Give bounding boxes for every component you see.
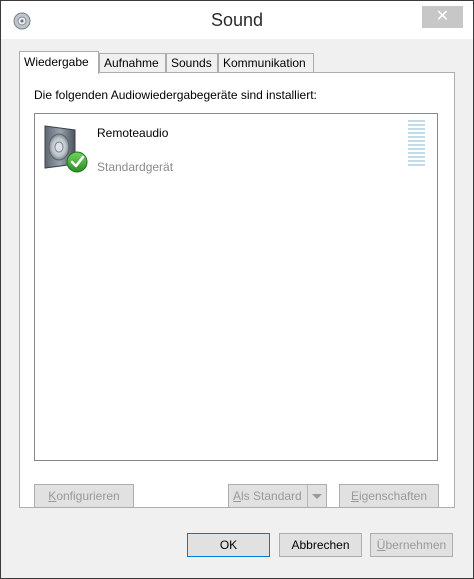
chevron-down-icon[interactable] <box>307 485 326 507</box>
apply-button[interactable]: Übernehmen <box>370 533 453 557</box>
ok-button[interactable]: OK <box>187 533 270 557</box>
playback-device-list[interactable]: Remoteaudio Standardgerät <box>34 113 438 461</box>
tab-aufnahme[interactable]: Aufnahme <box>99 53 166 73</box>
title-bar[interactable]: Sound ✕ <box>1 1 473 39</box>
tab-wiedergabe[interactable]: Wiedergabe <box>19 51 99 74</box>
tab-kommunikation[interactable]: Kommunikation <box>218 53 314 73</box>
playback-tab-panel: Die folgenden Audiowiedergabegeräte sind… <box>19 72 455 508</box>
cancel-button[interactable]: Abbrechen <box>279 533 362 557</box>
speaker-icon <box>39 122 91 174</box>
tab-sounds[interactable]: Sounds <box>166 53 218 73</box>
configure-button[interactable]: Konfigurieren <box>34 484 134 508</box>
close-button[interactable]: ✕ <box>422 6 463 28</box>
level-meter <box>408 120 425 168</box>
sound-dialog: Sound ✕ Wiedergabe Aufnahme Sounds Kommu… <box>0 0 474 579</box>
properties-button[interactable]: Eigenschaften <box>339 484 439 508</box>
dialog-client-area: Wiedergabe Aufnahme Sounds Kommunikation… <box>1 39 473 578</box>
device-status: Standardgerät <box>97 160 174 174</box>
close-icon: ✕ <box>435 8 450 25</box>
set-default-split-button[interactable]: Als Standard <box>228 484 327 508</box>
device-list-label: Die folgenden Audiowiedergabegeräte sind… <box>34 88 317 102</box>
window-title: Sound <box>210 10 264 30</box>
device-name: Remoteaudio <box>97 126 169 140</box>
